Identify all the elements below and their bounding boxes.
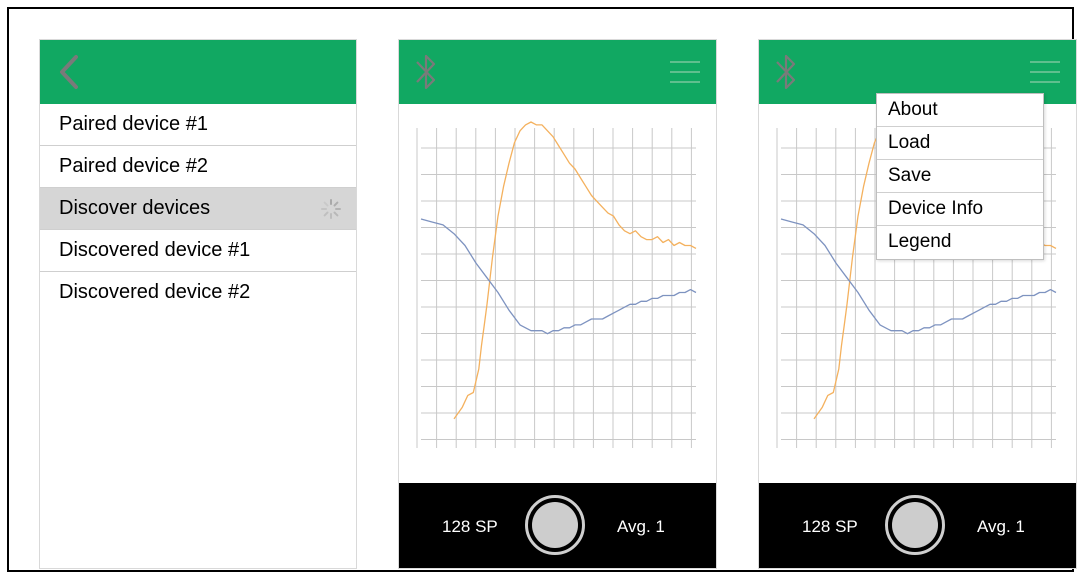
menu-item-device-info[interactable]: Device Info <box>877 193 1043 226</box>
device-label: Discovered device #2 <box>59 281 251 303</box>
app-mockup-frame: Paired device #1 Paired device #2 Discov… <box>7 7 1077 572</box>
menu-item-about[interactable]: About <box>877 94 1043 127</box>
menu-item-legend[interactable]: Legend <box>877 226 1043 259</box>
series-line-1 <box>453 121 697 420</box>
bottom-control-bar: 128 SP Avg. 1 <box>759 483 1076 568</box>
device-list-screen: Paired device #1 Paired device #2 Discov… <box>39 39 357 569</box>
spinner-icon <box>321 199 341 219</box>
device-list: Paired device #1 Paired device #2 Discov… <box>40 104 356 313</box>
hamburger-menu-icon[interactable] <box>1030 59 1060 85</box>
dropdown-menu: About Load Save Device Info Legend <box>876 93 1044 260</box>
list-item-paired-device-2[interactable]: Paired device #2 <box>40 146 356 188</box>
average-button[interactable]: Avg. 1 <box>977 517 1025 537</box>
signal-chart <box>399 104 716 485</box>
menu-item-load[interactable]: Load <box>877 127 1043 160</box>
bluetooth-icon[interactable] <box>775 53 797 91</box>
capture-button[interactable] <box>885 495 945 555</box>
list-item-paired-device-1[interactable]: Paired device #1 <box>40 104 356 146</box>
capture-circle-icon <box>892 502 938 548</box>
menu-item-save[interactable]: Save <box>877 160 1043 193</box>
chevron-left-icon[interactable] <box>54 54 84 90</box>
device-label: Discovered device #1 <box>59 239 251 261</box>
hamburger-menu-icon[interactable] <box>670 59 700 85</box>
chart-grid <box>416 128 696 448</box>
list-item-discover-devices[interactable]: Discover devices <box>40 188 356 230</box>
series-line-2 <box>420 218 697 335</box>
samples-button[interactable]: 128 SP <box>442 517 498 537</box>
bottom-control-bar: 128 SP Avg. 1 <box>399 483 716 568</box>
header-bar <box>399 40 716 104</box>
chart-svg <box>416 121 697 448</box>
header-bar <box>40 40 356 104</box>
average-button[interactable]: Avg. 1 <box>617 517 665 537</box>
samples-button[interactable]: 128 SP <box>802 517 858 537</box>
list-item-discovered-device-1[interactable]: Discovered device #1 <box>40 230 356 272</box>
device-label: Paired device #1 <box>59 113 208 135</box>
graph-screen-menu-open: About Load Save Device Info Legend 128 S… <box>758 39 1077 569</box>
capture-circle-icon <box>532 502 578 548</box>
device-label: Discover devices <box>59 197 211 219</box>
capture-button[interactable] <box>525 495 585 555</box>
device-label: Paired device #2 <box>59 155 208 177</box>
bluetooth-icon[interactable] <box>415 53 437 91</box>
list-item-discovered-device-2[interactable]: Discovered device #2 <box>40 272 356 313</box>
graph-screen: 128 SP Avg. 1 <box>398 39 717 569</box>
